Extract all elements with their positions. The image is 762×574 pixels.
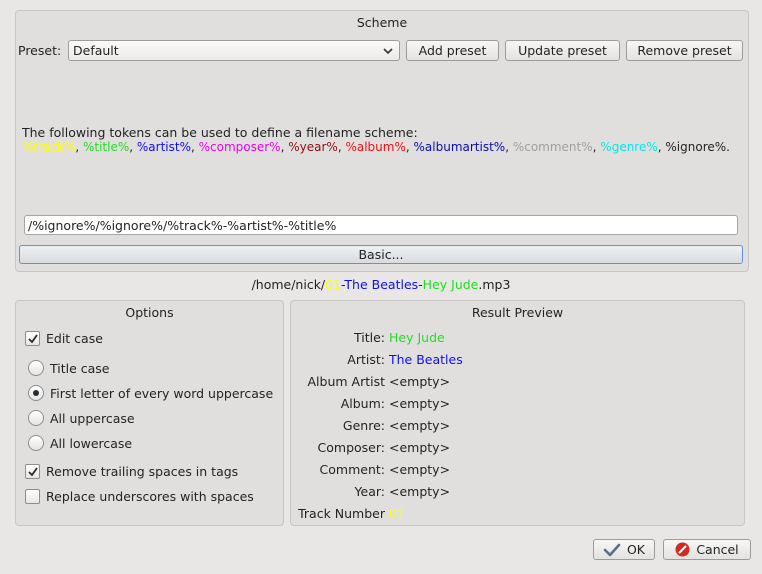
radio-circle — [28, 435, 44, 451]
checkbox-box — [25, 489, 40, 504]
checkmark-icon — [28, 467, 38, 477]
filename-segment: .mp3 — [478, 277, 511, 292]
basic-button[interactable]: Basic... — [19, 245, 743, 264]
token-separator: , — [405, 140, 414, 154]
options-group-title: Options — [125, 305, 174, 320]
add-preset-label: Add preset — [418, 43, 487, 58]
preset-combobox[interactable]: Default — [68, 40, 400, 61]
token-separator: , — [75, 140, 83, 154]
replace-underscores-label: Replace underscores with spaces — [46, 489, 254, 504]
token-item: %year% — [288, 140, 338, 154]
token-item: %title% — [82, 140, 130, 154]
token-item: %composer% — [198, 140, 281, 154]
token-list: %track%, %title%, %artist%, %composer%, … — [22, 140, 730, 154]
result-field-value: <empty> — [389, 462, 451, 477]
token-item: %track% — [22, 140, 76, 154]
first-letter-radio[interactable]: First letter of every word uppercase — [28, 385, 273, 401]
filename-segment: /home/nick/ — [251, 277, 326, 292]
result-field-value: <empty> — [389, 440, 451, 455]
result-field-label: Track Number — [298, 506, 385, 521]
basic-button-label: Basic... — [358, 247, 404, 262]
token-item: %genre% — [600, 140, 658, 154]
token-separator: , — [129, 140, 137, 154]
token-item: %comment% — [512, 140, 593, 154]
result-field-label: Genre: — [342, 418, 385, 433]
radio-circle-selected — [28, 385, 44, 401]
all-lowercase-label: All lowercase — [50, 435, 133, 451]
result-field-value: <empty> — [389, 374, 451, 389]
all-lowercase-radio[interactable]: All lowercase — [28, 435, 132, 451]
token-item: %album% — [345, 140, 406, 154]
result-field-value: <empty> — [389, 418, 451, 433]
result-field-value: Hey Jude — [389, 330, 445, 345]
update-preset-button[interactable]: Update preset — [505, 40, 620, 61]
checkbox-box — [25, 331, 40, 346]
scheme-input-value: /%ignore%/%ignore%/%track%-%artist%-%tit… — [28, 217, 337, 233]
cancel-label: Cancel — [696, 542, 739, 557]
preset-combobox-value: Default — [73, 43, 119, 58]
checkmark-icon — [28, 334, 38, 344]
remove-trailing-checkbox[interactable]: Remove trailing spaces in tags — [25, 464, 238, 479]
result-field-label: Composer: — [317, 440, 385, 455]
scheme-input[interactable]: /%ignore%/%ignore%/%track%-%artist%-%tit… — [24, 215, 738, 235]
preset-label: Preset: — [18, 43, 62, 58]
remove-preset-label: Remove preset — [637, 43, 732, 58]
cancel-button[interactable]: Cancel — [663, 539, 751, 560]
filename-preview: /home/nick/01-The Beatles-Hey Jude.mp3 — [0, 277, 762, 292]
all-uppercase-radio[interactable]: All uppercase — [28, 410, 135, 426]
ok-label: OK — [626, 542, 646, 557]
ok-button[interactable]: OK — [593, 539, 655, 560]
first-letter-label: First letter of every word uppercase — [50, 385, 274, 401]
edit-case-label: Edit case — [46, 331, 103, 346]
result-field-label: Year: — [354, 484, 385, 499]
result-field-label: Album: — [340, 396, 385, 411]
result-field-value: The Beatles — [389, 352, 463, 367]
all-uppercase-label: All uppercase — [50, 410, 135, 426]
result-field-label: Artist: — [347, 352, 385, 367]
result-field-label: Title: — [354, 330, 385, 345]
replace-underscores-checkbox[interactable]: Replace underscores with spaces — [25, 489, 254, 504]
radio-circle — [28, 410, 44, 426]
filename-segment: Hey Jude — [422, 277, 479, 292]
filename-segment: 01 — [325, 277, 342, 292]
token-item: %albumartist% — [413, 140, 506, 154]
checkbox-box — [25, 464, 40, 479]
edit-case-checkbox[interactable]: Edit case — [25, 331, 103, 346]
tokens-intro: The following tokens can be used to defi… — [22, 125, 418, 140]
token-item: %artist% — [136, 140, 191, 154]
result-field-value: <empty> — [389, 396, 451, 411]
result-field-value: 01 — [389, 506, 405, 521]
scheme-group-title: Scheme — [356, 15, 408, 30]
result-field-value: <empty> — [389, 484, 451, 499]
result-field-label: Comment: — [319, 462, 385, 477]
title-case-label: Title case — [50, 360, 110, 376]
token-separator: , — [505, 140, 513, 154]
add-preset-button[interactable]: Add preset — [406, 40, 499, 61]
checkmark-icon — [603, 543, 621, 556]
result-preview-title: Result Preview — [471, 305, 564, 320]
filename-segment: The Beatles — [344, 277, 419, 292]
remove-preset-button[interactable]: Remove preset — [626, 40, 743, 61]
cancel-icon — [675, 542, 690, 557]
token-separator: , — [190, 140, 199, 154]
token-separator: . — [726, 140, 730, 154]
remove-trailing-label: Remove trailing spaces in tags — [46, 464, 239, 479]
radio-dot-icon — [33, 390, 39, 396]
chevron-down-icon — [383, 48, 393, 55]
token-item: %ignore% — [665, 140, 727, 154]
result-field-label: Album Artist — [307, 374, 385, 389]
update-preset-label: Update preset — [518, 43, 607, 58]
radio-circle — [28, 360, 44, 376]
title-case-radio[interactable]: Title case — [28, 360, 110, 376]
